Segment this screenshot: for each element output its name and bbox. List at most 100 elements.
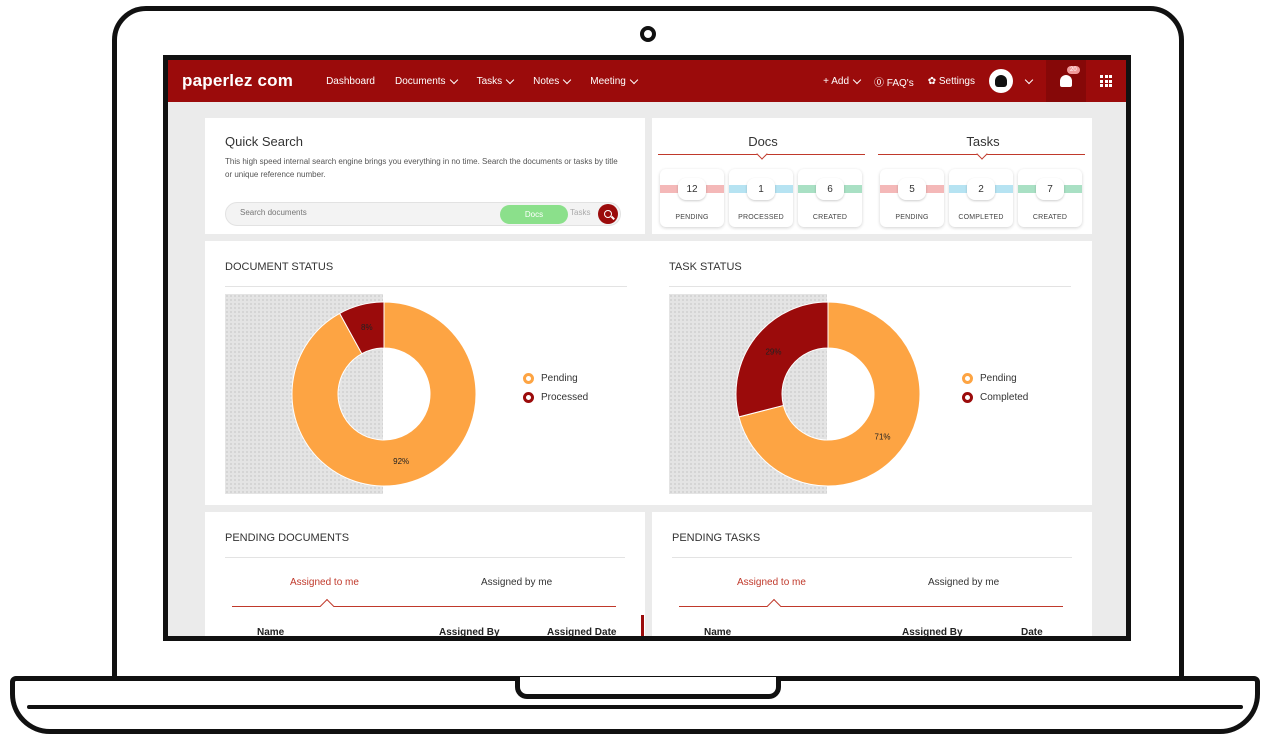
chevron-down-icon [1024, 75, 1034, 84]
task-status-title: TASK STATUS [669, 261, 742, 273]
donut-label-completed: 29% [765, 348, 781, 357]
quick-search-card: Quick Search This high speed internal se… [205, 118, 645, 234]
stat-label: CREATED [812, 214, 848, 221]
donut-label-pending: 92% [393, 457, 409, 466]
tab-caret [766, 598, 782, 614]
document-status-title: DOCUMENT STATUS [225, 261, 334, 273]
tab-assigned-to-me[interactable]: Assigned to me [737, 577, 806, 588]
docs-toggle[interactable]: Docs [500, 205, 568, 224]
stat-tasks-completed[interactable]: 2 COMPLETED [949, 169, 1013, 227]
search-input[interactable] [240, 208, 490, 217]
docs-stats-caret [756, 148, 768, 160]
stat-value: 2 [967, 178, 995, 200]
column-header-name[interactable]: Name [257, 627, 284, 636]
section-rule [225, 286, 627, 287]
notifications-button[interactable]: 20 [1046, 60, 1086, 102]
add-menu[interactable]: + Add [823, 75, 862, 87]
stat-label: PENDING [895, 214, 929, 221]
nav-label: Meeting [590, 75, 626, 87]
nav-item-notes[interactable]: Notes [533, 75, 572, 87]
column-header-date[interactable]: Date [1021, 627, 1043, 636]
apps-grid-icon[interactable] [1100, 75, 1112, 87]
stat-value: 5 [898, 178, 926, 200]
nav-item-dashboard[interactable]: Dashboard [326, 76, 375, 87]
tab-caret [319, 598, 335, 614]
search-icon [604, 210, 612, 218]
legend-item-pending[interactable]: Pending [962, 373, 1028, 384]
column-header-name[interactable]: Name [704, 627, 731, 636]
tab-assigned-to-me[interactable]: Assigned to me [290, 577, 359, 588]
faq-link[interactable]: ⓪ FAQ's [874, 74, 914, 89]
add-label: + Add [823, 75, 849, 87]
nav-label: Documents [394, 75, 446, 87]
search-button[interactable] [598, 204, 618, 224]
legend-dot [523, 373, 534, 384]
stat-value: 12 [678, 178, 706, 200]
settings-label: ✿ Settings [927, 75, 975, 87]
pending-documents-card: PENDING DOCUMENTS Assigned to me Assigne… [205, 512, 645, 636]
stat-label: CREATED [1032, 214, 1068, 221]
tasks-stats-title: Tasks [966, 134, 1000, 149]
nav-item-documents[interactable]: Documents [394, 75, 458, 87]
nav-label: Notes [533, 75, 560, 87]
stat-docs-pending[interactable]: 12 PENDING [660, 169, 724, 227]
notification-badge: 20 [1067, 66, 1080, 74]
legend-item-pending[interactable]: Pending [523, 373, 588, 384]
scrollbar-thumb[interactable] [641, 615, 644, 636]
donut-slice-completed[interactable] [735, 301, 829, 418]
legend-dot [962, 373, 973, 384]
chevron-down-icon [852, 75, 862, 84]
status-charts-card: DOCUMENT STATUS 92% 8% Pending Processed … [205, 241, 1092, 505]
stat-value: 7 [1036, 178, 1064, 200]
legend-item-completed[interactable]: Completed [962, 392, 1028, 403]
search-bar: Docs Tasks [225, 202, 621, 226]
stat-docs-created[interactable]: 6 CREATED [798, 169, 862, 227]
donut-label-pending: 71% [875, 432, 891, 441]
nav-menu: Dashboard Documents Tasks Notes Meeting [326, 75, 639, 87]
pending-tasks-card: PENDING TASKS Assigned to me Assigned by… [652, 512, 1092, 636]
legend-label: Completed [980, 392, 1029, 403]
legend-label: Pending [980, 373, 1017, 384]
pending-tasks-title: PENDING TASKS [672, 532, 761, 544]
column-header-assigned-by[interactable]: Assigned By [439, 627, 500, 636]
stat-label: PROCESSED [738, 214, 784, 221]
bell-icon [1060, 75, 1072, 87]
tab-assigned-by-me[interactable]: Assigned by me [928, 577, 999, 588]
column-header-assigned-by[interactable]: Assigned By [902, 627, 963, 636]
user-menu[interactable] [989, 69, 1034, 93]
nav-right: + Add ⓪ FAQ's ✿ Settings 20 [823, 60, 1112, 102]
nav-item-meeting[interactable]: Meeting [590, 75, 639, 87]
camera-icon [640, 26, 656, 42]
user-icon [995, 75, 1007, 87]
legend-label: Pending [541, 373, 578, 384]
stat-tasks-created[interactable]: 7 CREATED [1018, 169, 1082, 227]
chevron-down-icon [629, 75, 639, 84]
section-rule [225, 557, 625, 558]
chevron-down-icon [505, 75, 515, 84]
tab-assigned-by-me[interactable]: Assigned by me [481, 577, 552, 588]
tasks-toggle[interactable]: Tasks [570, 208, 590, 217]
column-header-assigned-date[interactable]: Assigned Date [547, 627, 616, 636]
nav-label: Tasks [476, 75, 503, 87]
legend-item-processed[interactable]: Processed [523, 392, 588, 403]
chevron-down-icon [449, 75, 458, 84]
nav-item-tasks[interactable]: Tasks [476, 75, 515, 87]
avatar [989, 69, 1013, 93]
docs-stats-title: Docs [748, 134, 778, 149]
settings-link[interactable]: ✿ Settings [928, 76, 975, 87]
stat-docs-processed[interactable]: 1 PROCESSED [729, 169, 793, 227]
stat-label: PENDING [675, 214, 709, 221]
quick-search-description: This high speed internal search engine b… [225, 157, 618, 179]
stats-card: Docs Tasks 12 PENDING 1 PROCESSED 6 CREA… [652, 118, 1092, 234]
tasks-stats-caret [976, 148, 988, 160]
task-status-legend: Pending Completed [962, 373, 1028, 411]
tab-underline [679, 606, 1063, 607]
app-logo[interactable]: paperlez com [182, 71, 293, 91]
chevron-down-icon [563, 75, 572, 84]
laptop-notch [515, 677, 781, 699]
stat-tasks-pending[interactable]: 5 PENDING [880, 169, 944, 227]
section-rule [672, 557, 1072, 558]
stat-value: 1 [747, 178, 775, 200]
donut-label-processed: 8% [361, 323, 373, 332]
stat-label: COMPLETED [958, 214, 1004, 221]
